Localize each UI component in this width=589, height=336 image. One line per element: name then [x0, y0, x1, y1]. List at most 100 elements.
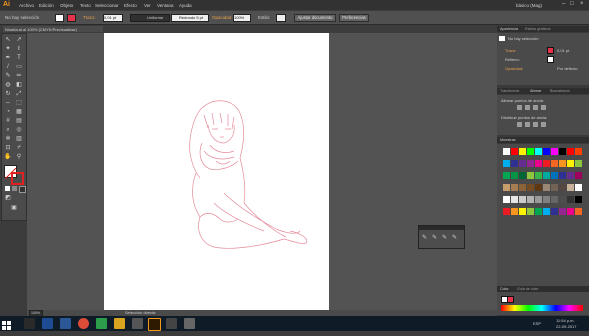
- color-swatch[interactable]: [551, 172, 558, 179]
- workspace-switcher[interactable]: básico (Mag): [516, 3, 542, 8]
- color-swatch[interactable]: [503, 148, 510, 155]
- floating-tool-panel[interactable]: ✎ ✎ ✎ ✎: [418, 225, 465, 249]
- app-icon[interactable]: [96, 318, 107, 329]
- apariencia-trazo-label[interactable]: Trazo:: [505, 48, 516, 53]
- color-swatch[interactable]: [543, 160, 550, 167]
- pencil-tool-icon[interactable]: ✏: [15, 72, 23, 80]
- color-swatch[interactable]: [519, 160, 526, 167]
- close-icon[interactable]: ×: [580, 1, 584, 7]
- color-swatch[interactable]: [535, 160, 542, 167]
- color-swatch[interactable]: [511, 196, 518, 203]
- path-eraser-icon[interactable]: ✎: [452, 234, 457, 241]
- opacity-field[interactable]: 100%: [233, 14, 251, 22]
- menu-edicion[interactable]: Edición: [39, 3, 54, 8]
- color-swatch[interactable]: [511, 148, 518, 155]
- shape-builder-icon[interactable]: ◔: [4, 108, 12, 116]
- color-swatch[interactable]: [511, 184, 518, 191]
- color-swatch[interactable]: [519, 184, 526, 191]
- menu-ventana[interactable]: Ventana: [157, 3, 174, 8]
- color-swatch[interactable]: [575, 148, 582, 155]
- color-swatch[interactable]: [519, 196, 526, 203]
- color-swatch[interactable]: [559, 148, 566, 155]
- ajustar-documento-button[interactable]: Ajustar documento: [294, 14, 336, 22]
- tab-color[interactable]: Color: [500, 287, 509, 291]
- color-swatch[interactable]: [519, 148, 526, 155]
- hand-tool-icon[interactable]: ✋: [4, 153, 12, 161]
- selection-tool-icon[interactable]: ↖: [4, 36, 12, 44]
- direct-selection-tool-icon[interactable]: ↗: [15, 36, 23, 44]
- color-swatch[interactable]: [551, 148, 558, 155]
- color-swatch[interactable]: [535, 184, 542, 191]
- style-swatch[interactable]: [276, 14, 286, 22]
- color-stroke-swatch[interactable]: [507, 296, 514, 303]
- menu-ver[interactable]: Ver: [144, 3, 151, 8]
- clock-time[interactable]: 11:54 p.m.: [556, 318, 575, 323]
- clock-date[interactable]: 22-09-2017: [556, 324, 576, 329]
- scale-tool-icon[interactable]: ⤢: [15, 90, 23, 98]
- color-swatch[interactable]: [543, 208, 550, 215]
- chrome-icon[interactable]: [78, 318, 89, 329]
- color-swatch[interactable]: [511, 160, 518, 167]
- align-top-icon[interactable]: [533, 105, 538, 110]
- blob-brush-icon[interactable]: ◍: [4, 81, 12, 89]
- color-swatch[interactable]: [567, 184, 574, 191]
- document-tab[interactable]: Nina6a.ai al 100% (CMYK/Previsualizar): [3, 26, 103, 32]
- color-swatch[interactable]: [503, 184, 510, 191]
- color-swatch[interactable]: [559, 172, 566, 179]
- color-swatch[interactable]: [575, 208, 582, 215]
- windows-start-icon[interactable]: [2, 318, 12, 330]
- menu-seleccionar[interactable]: Seleccionar: [95, 3, 119, 8]
- tab-apariencia[interactable]: Apariencia: [500, 27, 518, 31]
- color-swatch[interactable]: [559, 160, 566, 167]
- tab-alinear[interactable]: Alinear: [530, 89, 541, 93]
- none-mode-icon[interactable]: [19, 186, 26, 193]
- color-swatch[interactable]: [559, 196, 566, 203]
- color-swatch[interactable]: [503, 172, 510, 179]
- browser-icon[interactable]: [42, 318, 53, 329]
- color-swatch[interactable]: [543, 148, 550, 155]
- magic-wand-icon[interactable]: ✦: [4, 45, 12, 53]
- illustrator-taskbar-icon[interactable]: [148, 318, 161, 331]
- apariencia-opacidad-label[interactable]: Opacidad:: [505, 66, 523, 71]
- color-swatch[interactable]: [511, 208, 518, 215]
- fill-swatch[interactable]: [55, 14, 64, 22]
- opacity-label[interactable]: Opacidad:: [212, 15, 233, 20]
- menu-efecto[interactable]: Efecto: [124, 3, 137, 8]
- menu-objeto[interactable]: Objeto: [60, 3, 73, 8]
- taskview-icon[interactable]: [24, 318, 35, 329]
- color-swatch[interactable]: [519, 172, 526, 179]
- color-swatch[interactable]: [567, 208, 574, 215]
- distribute-space-icon[interactable]: [533, 122, 538, 127]
- gradient-mode-icon[interactable]: [12, 186, 17, 191]
- color-swatch[interactable]: [543, 172, 550, 179]
- color-swatch[interactable]: [503, 196, 510, 203]
- color-swatch[interactable]: [527, 172, 534, 179]
- color-swatch[interactable]: [551, 208, 558, 215]
- color-swatch[interactable]: [527, 196, 534, 203]
- stroke-swatch[interactable]: [67, 14, 76, 22]
- tab-buscatrazos[interactable]: Buscatrazos: [550, 89, 570, 93]
- symbol-sprayer-icon[interactable]: ✲: [4, 135, 12, 143]
- color-swatch[interactable]: [575, 184, 582, 191]
- language-indicator[interactable]: ESP: [533, 321, 541, 326]
- color-swatch[interactable]: [535, 148, 542, 155]
- width-tool-icon[interactable]: ⇔: [4, 99, 12, 107]
- zoom-tool-icon[interactable]: ⚲: [15, 153, 23, 161]
- draw-mode-icon[interactable]: ◩: [4, 194, 12, 202]
- distribute-v-icon[interactable]: [525, 122, 530, 127]
- artboard-tool-icon[interactable]: ⊡: [4, 144, 12, 152]
- eraser-icon[interactable]: ◧: [15, 81, 23, 89]
- distribute-h-icon[interactable]: [517, 122, 522, 127]
- explorer-icon[interactable]: [114, 318, 125, 329]
- color-swatch[interactable]: [511, 172, 518, 179]
- floating-panel-header[interactable]: [419, 226, 464, 230]
- free-transform-icon[interactable]: ⬚: [15, 99, 23, 107]
- color-swatch[interactable]: [551, 184, 558, 191]
- align-middle-icon[interactable]: [541, 105, 546, 110]
- color-swatch[interactable]: [567, 172, 574, 179]
- color-swatch[interactable]: [575, 160, 582, 167]
- distribute-center-icon[interactable]: [541, 122, 546, 127]
- color-swatch[interactable]: [535, 208, 542, 215]
- menu-archivo[interactable]: Archivo: [19, 3, 34, 8]
- color-swatch[interactable]: [551, 160, 558, 167]
